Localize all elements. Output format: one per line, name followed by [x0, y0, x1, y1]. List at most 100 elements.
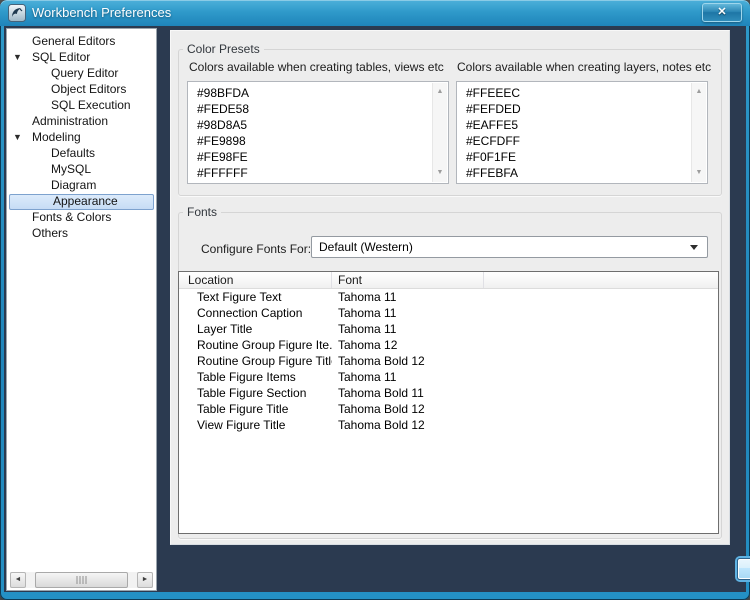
sidebar-item-label: Defaults — [51, 146, 96, 160]
window-title: Workbench Preferences — [32, 5, 172, 20]
tables-colors-caption: Colors available when creating tables, v… — [189, 60, 444, 74]
table-row[interactable]: Routine Group Figure Title Tahoma Bold 12 — [179, 353, 718, 369]
sidebar-item-others[interactable]: Others — [8, 226, 155, 242]
chevron-down-icon — [690, 245, 698, 250]
listbox-scrollbar[interactable]: ▲ ▼ — [432, 83, 447, 182]
font-table-body: Text Figure Text Tahoma 11 Connection Capt… — [179, 289, 718, 433]
color-value[interactable]: #FE98FE — [197, 149, 430, 165]
table-row[interactable]: Routine Group Figure Ite... Tahoma 12 — [179, 337, 718, 353]
sidebar-item-label: Modeling — [32, 130, 81, 144]
color-value[interactable]: #FFEBFA — [466, 165, 689, 181]
scroll-up-icon[interactable]: ▲ — [692, 85, 706, 99]
scrollbar-thumb[interactable] — [35, 572, 128, 588]
sidebar-item-label: Query Editor — [51, 66, 119, 80]
sidebar-item-appearance[interactable]: Appearance — [9, 194, 154, 210]
color-value[interactable]: #FFEEEC — [466, 85, 689, 101]
sidebar-item-label: SQL Execution — [51, 98, 131, 112]
sidebar-item-administration[interactable]: Administration — [8, 114, 155, 130]
configure-fonts-label: Configure Fonts For: — [201, 242, 312, 256]
color-value[interactable]: #FE9898 — [197, 133, 430, 149]
dialog-body: General Editors ▼ SQL Editor Query Editor Ob… — [4, 26, 750, 592]
color-value[interactable]: #EAFFE5 — [466, 117, 689, 133]
mysql-workbench-icon — [8, 4, 26, 22]
table-row[interactable]: Table Figure Items Tahoma 11 — [179, 369, 718, 385]
preferences-dialog: Workbench Preferences ✕ General Editors ▼… — [0, 0, 750, 600]
table-row[interactable]: View Figure Title Tahoma Bold 12 — [179, 417, 718, 433]
ok-button[interactable]: OK — [737, 558, 750, 580]
scroll-down-icon[interactable]: ▼ — [692, 166, 706, 180]
color-value[interactable]: #FEFDED — [466, 101, 689, 117]
location-cell: Table Figure Items — [197, 370, 296, 384]
scroll-down-icon[interactable]: ▼ — [433, 166, 447, 180]
color-presets-group: Color Presets Colors available when crea… — [178, 42, 722, 196]
fonts-group: Fonts Configure Fonts For: Default (West… — [178, 205, 722, 539]
scrollbar-grip-icon — [76, 576, 87, 584]
font-cell: Tahoma 12 — [338, 338, 398, 352]
group-title: Fonts — [183, 205, 222, 219]
sidebar-item-label: General Editors — [32, 34, 116, 48]
scroll-up-icon[interactable]: ▲ — [433, 85, 447, 99]
font-cell: Tahoma 11 — [338, 290, 397, 304]
font-cell: Tahoma Bold 12 — [338, 354, 425, 368]
expand-arrow-icon[interactable]: ▼ — [13, 130, 22, 145]
group-title: Color Presets — [183, 42, 264, 56]
close-button[interactable]: ✕ — [702, 3, 742, 22]
table-row[interactable]: Text Figure Text Tahoma 11 — [179, 289, 718, 305]
scroll-left-icon[interactable]: ◄ — [10, 572, 26, 588]
column-header-location[interactable]: Location — [179, 272, 332, 288]
sidebar-item-fonts-colors[interactable]: Fonts & Colors — [8, 210, 155, 226]
location-cell: Connection Caption — [197, 306, 303, 320]
color-value[interactable]: #FEDE58 — [197, 101, 430, 117]
sidebar-item-general-editors[interactable]: General Editors — [8, 34, 155, 50]
color-value[interactable]: #ECFDFF — [466, 133, 689, 149]
column-header-font[interactable]: Font — [332, 272, 484, 288]
color-value[interactable]: #F0F1FE — [466, 149, 689, 165]
font-cell: Tahoma Bold 11 — [338, 386, 424, 400]
sidebar-item-sql-editor[interactable]: ▼ SQL Editor — [8, 50, 155, 66]
tables-colors-listbox[interactable]: #98BFDA #FEDE58 #98D8A5 #FE9898 #FE98FE #FFFF… — [187, 81, 449, 184]
sidebar-item-modeling[interactable]: ▼ Modeling — [8, 130, 155, 146]
sidebar-item-label: Others — [32, 226, 69, 240]
color-value[interactable]: #FFFFFF — [197, 165, 430, 181]
sidebar-item-label: Administration — [32, 114, 109, 128]
dropdown-selected-value: Default (Western) — [319, 240, 413, 254]
table-row[interactable]: Connection Caption Tahoma 11 — [179, 305, 718, 321]
sidebar-item-diagram[interactable]: Diagram — [8, 178, 155, 194]
sidebar-item-mysql[interactable]: MySQL — [8, 162, 155, 178]
sidebar-item-object-editors[interactable]: Object Editors — [8, 82, 155, 98]
table-row[interactable]: Layer Title Tahoma 11 — [179, 321, 718, 337]
preferences-tree: General Editors ▼ SQL Editor Query Editor Ob… — [8, 34, 155, 242]
sidebar-item-sql-execution[interactable]: SQL Execution — [8, 98, 155, 114]
font-cell: Tahoma 11 — [338, 370, 397, 384]
color-list: #98BFDA #FEDE58 #98D8A5 #FE9898 #FE98FE #FFFF… — [197, 85, 430, 181]
font-settings-table: Location Font Text Figure Text Tahoma 11 C… — [178, 271, 719, 534]
layers-colors-listbox[interactable]: #FFEEEC #FEFDED #EAFFE5 #ECFDFF #F0F1FE #FFEB… — [456, 81, 708, 184]
color-value[interactable]: #98D8A5 — [197, 117, 430, 133]
font-cell: Tahoma Bold 12 — [338, 402, 425, 416]
sidebar-item-label: Appearance — [53, 194, 118, 208]
sidebar-horizontal-scrollbar[interactable]: ◄ ► — [10, 572, 153, 588]
location-cell: Text Figure Text — [197, 290, 282, 304]
font-cell: Tahoma 11 — [338, 306, 397, 320]
table-header: Location Font — [179, 272, 718, 289]
title-bar[interactable]: Workbench Preferences ✕ — [0, 0, 750, 26]
sidebar-item-query-editor[interactable]: Query Editor — [8, 66, 155, 82]
color-value[interactable]: #98BFDA — [197, 85, 430, 101]
table-row[interactable]: Table Figure Section Tahoma Bold 11 — [179, 385, 718, 401]
listbox-scrollbar[interactable]: ▲ ▼ — [691, 83, 706, 182]
location-cell: View Figure Title — [197, 418, 286, 432]
expand-arrow-icon[interactable]: ▼ — [13, 50, 22, 65]
configure-fonts-dropdown[interactable]: Default (Western) — [311, 236, 708, 258]
layers-colors-caption: Colors available when creating layers, n… — [457, 60, 712, 74]
font-cell: Tahoma Bold 12 — [338, 418, 425, 432]
location-cell: Routine Group Figure Ite... — [197, 338, 332, 352]
scroll-right-icon[interactable]: ► — [137, 572, 153, 588]
font-cell: Tahoma 11 — [338, 322, 397, 336]
color-list: #FFEEEC #FEFDED #EAFFE5 #ECFDFF #F0F1FE #FFEB… — [466, 85, 689, 181]
table-row[interactable]: Table Figure Title Tahoma Bold 12 — [179, 401, 718, 417]
location-cell: Table Figure Section — [197, 386, 307, 400]
column-header-empty — [484, 272, 718, 288]
appearance-panel: Color Presets Colors available when crea… — [170, 30, 750, 580]
sidebar-item-defaults[interactable]: Defaults — [8, 146, 155, 162]
sidebar-item-label: Object Editors — [51, 82, 127, 96]
